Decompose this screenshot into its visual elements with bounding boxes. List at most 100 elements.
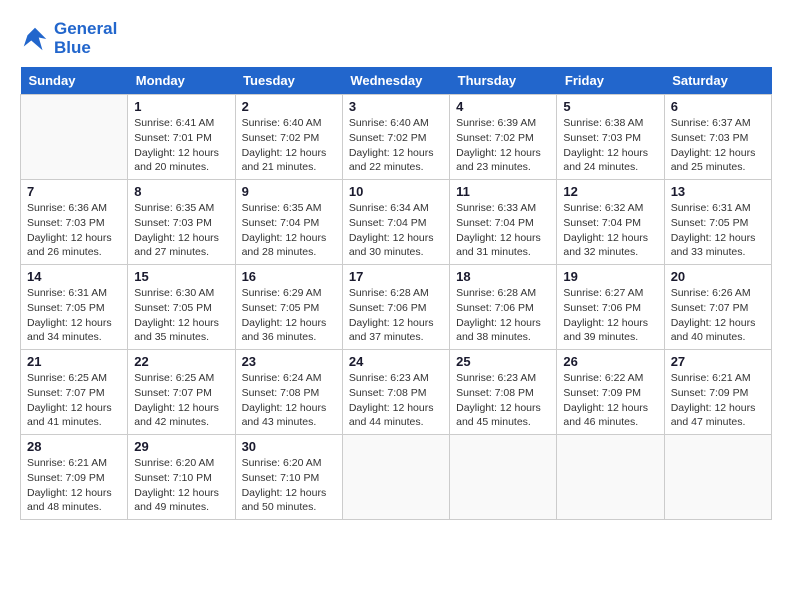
calendar-cell: 12 Sunrise: 6:32 AMSunset: 7:04 PMDayligh… (557, 180, 664, 265)
day-info: Sunrise: 6:25 AMSunset: 7:07 PMDaylight:… (27, 371, 121, 430)
day-info: Sunrise: 6:40 AMSunset: 7:02 PMDaylight:… (349, 116, 443, 175)
logo-text: General Blue (54, 20, 117, 57)
page-header: General Blue (20, 20, 772, 57)
weekday-header-monday: Monday (128, 67, 235, 95)
calendar-week-row: 21Sunrise: 6:25 AMSunset: 7:07 PMDayligh… (21, 350, 772, 435)
calendar-cell (21, 95, 128, 180)
day-number: 25 (456, 354, 550, 369)
calendar-cell: 20 Sunrise: 6:26 AMSunset: 7:07 PMDayligh… (664, 265, 771, 350)
calendar-cell: 23 Sunrise: 6:24 AMSunset: 7:08 PMDayligh… (235, 350, 342, 435)
calendar-cell (557, 435, 664, 520)
calendar-cell (450, 435, 557, 520)
day-number: 10 (349, 184, 443, 199)
day-number: 3 (349, 99, 443, 114)
day-info: Sunrise: 6:36 AMSunset: 7:03 PMDaylight:… (27, 201, 121, 260)
calendar-week-row: 28 Sunrise: 6:21 AMSunset: 7:09 PMDayligh… (21, 435, 772, 520)
calendar-cell: 6Sunrise: 6:37 AMSunset: 7:03 PMDaylight… (664, 95, 771, 180)
calendar-cell: 15 Sunrise: 6:30 AMSunset: 7:05 PMDayligh… (128, 265, 235, 350)
day-number: 19 (563, 269, 657, 284)
day-info: Sunrise: 6:20 AMSunset: 7:10 PMDaylight:… (134, 456, 228, 515)
day-number: 26 (563, 354, 657, 369)
calendar-week-row: 1Sunrise: 6:41 AMSunset: 7:01 PMDaylight… (21, 95, 772, 180)
calendar-cell: 28 Sunrise: 6:21 AMSunset: 7:09 PMDayligh… (21, 435, 128, 520)
calendar-cell: 22Sunrise: 6:25 AMSunset: 7:07 PMDayligh… (128, 350, 235, 435)
day-number: 27 (671, 354, 765, 369)
day-info: Sunrise: 6:23 AMSunset: 7:08 PMDaylight:… (456, 371, 550, 430)
calendar-cell: 17 Sunrise: 6:28 AMSunset: 7:06 PMDayligh… (342, 265, 449, 350)
calendar-cell: 2 Sunrise: 6:40 AMSunset: 7:02 PMDaylight… (235, 95, 342, 180)
day-info: Sunrise: 6:28 AMSunset: 7:06 PMDaylight:… (456, 286, 550, 345)
day-info: Sunrise: 6:35 AMSunset: 7:03 PMDaylight:… (134, 201, 228, 260)
day-info: Sunrise: 6:28 AMSunset: 7:06 PMDaylight:… (349, 286, 443, 345)
day-number: 18 (456, 269, 550, 284)
weekday-header-row: SundayMondayTuesdayWednesdayThursdayFrid… (21, 67, 772, 95)
weekday-header-tuesday: Tuesday (235, 67, 342, 95)
calendar-cell: 5 Sunrise: 6:38 AMSunset: 7:03 PMDaylight… (557, 95, 664, 180)
calendar-week-row: 14Sunrise: 6:31 AMSunset: 7:05 PMDayligh… (21, 265, 772, 350)
day-number: 9 (242, 184, 336, 199)
calendar-cell: 13 Sunrise: 6:31 AMSunset: 7:05 PMDayligh… (664, 180, 771, 265)
day-number: 14 (27, 269, 121, 284)
day-number: 28 (27, 439, 121, 454)
day-number: 20 (671, 269, 765, 284)
day-info: Sunrise: 6:39 AMSunset: 7:02 PMDaylight:… (456, 116, 550, 175)
day-info: Sunrise: 6:32 AMSunset: 7:04 PMDaylight:… (563, 201, 657, 260)
calendar-cell: 9 Sunrise: 6:35 AMSunset: 7:04 PMDaylight… (235, 180, 342, 265)
day-number: 12 (563, 184, 657, 199)
day-info: Sunrise: 6:40 AMSunset: 7:02 PMDaylight:… (242, 116, 336, 175)
day-number: 7 (27, 184, 121, 199)
calendar-week-row: 7 Sunrise: 6:36 AMSunset: 7:03 PMDaylight… (21, 180, 772, 265)
calendar-cell: 1Sunrise: 6:41 AMSunset: 7:01 PMDaylight… (128, 95, 235, 180)
day-info: Sunrise: 6:26 AMSunset: 7:07 PMDaylight:… (671, 286, 765, 345)
calendar-cell: 27 Sunrise: 6:21 AMSunset: 7:09 PMDayligh… (664, 350, 771, 435)
day-number: 2 (242, 99, 336, 114)
day-number: 15 (134, 269, 228, 284)
weekday-header-friday: Friday (557, 67, 664, 95)
calendar-cell: 3 Sunrise: 6:40 AMSunset: 7:02 PMDaylight… (342, 95, 449, 180)
day-number: 16 (242, 269, 336, 284)
weekday-header-saturday: Saturday (664, 67, 771, 95)
calendar-cell: 30 Sunrise: 6:20 AMSunset: 7:10 PMDayligh… (235, 435, 342, 520)
day-number: 30 (242, 439, 336, 454)
day-info: Sunrise: 6:21 AMSunset: 7:09 PMDaylight:… (671, 371, 765, 430)
day-number: 17 (349, 269, 443, 284)
calendar-cell: 29 Sunrise: 6:20 AMSunset: 7:10 PMDayligh… (128, 435, 235, 520)
calendar-cell: 14Sunrise: 6:31 AMSunset: 7:05 PMDayligh… (21, 265, 128, 350)
logo: General Blue (20, 20, 117, 57)
calendar-cell: 24 Sunrise: 6:23 AMSunset: 7:08 PMDayligh… (342, 350, 449, 435)
day-number: 23 (242, 354, 336, 369)
calendar-cell: 7 Sunrise: 6:36 AMSunset: 7:03 PMDaylight… (21, 180, 128, 265)
day-info: Sunrise: 6:22 AMSunset: 7:09 PMDaylight:… (563, 371, 657, 430)
calendar-cell: 18 Sunrise: 6:28 AMSunset: 7:06 PMDayligh… (450, 265, 557, 350)
day-info: Sunrise: 6:33 AMSunset: 7:04 PMDaylight:… (456, 201, 550, 260)
day-number: 29 (134, 439, 228, 454)
day-number: 8 (134, 184, 228, 199)
weekday-header-thursday: Thursday (450, 67, 557, 95)
day-info: Sunrise: 6:20 AMSunset: 7:10 PMDaylight:… (242, 456, 336, 515)
logo-icon (20, 24, 50, 54)
day-info: Sunrise: 6:35 AMSunset: 7:04 PMDaylight:… (242, 201, 336, 260)
calendar-cell: 25 Sunrise: 6:23 AMSunset: 7:08 PMDayligh… (450, 350, 557, 435)
day-info: Sunrise: 6:37 AMSunset: 7:03 PMDaylight:… (671, 116, 765, 175)
day-info: Sunrise: 6:21 AMSunset: 7:09 PMDaylight:… (27, 456, 121, 515)
day-number: 24 (349, 354, 443, 369)
calendar-cell: 8 Sunrise: 6:35 AMSunset: 7:03 PMDaylight… (128, 180, 235, 265)
day-info: Sunrise: 6:31 AMSunset: 7:05 PMDaylight:… (671, 201, 765, 260)
day-number: 5 (563, 99, 657, 114)
calendar-cell: 11Sunrise: 6:33 AMSunset: 7:04 PMDayligh… (450, 180, 557, 265)
calendar-cell: 4 Sunrise: 6:39 AMSunset: 7:02 PMDaylight… (450, 95, 557, 180)
weekday-header-sunday: Sunday (21, 67, 128, 95)
day-number: 4 (456, 99, 550, 114)
day-info: Sunrise: 6:24 AMSunset: 7:08 PMDaylight:… (242, 371, 336, 430)
day-info: Sunrise: 6:38 AMSunset: 7:03 PMDaylight:… (563, 116, 657, 175)
calendar-cell (342, 435, 449, 520)
day-number: 13 (671, 184, 765, 199)
day-info: Sunrise: 6:30 AMSunset: 7:05 PMDaylight:… (134, 286, 228, 345)
day-number: 1 (134, 99, 228, 114)
day-info: Sunrise: 6:23 AMSunset: 7:08 PMDaylight:… (349, 371, 443, 430)
day-info: Sunrise: 6:29 AMSunset: 7:05 PMDaylight:… (242, 286, 336, 345)
day-info: Sunrise: 6:34 AMSunset: 7:04 PMDaylight:… (349, 201, 443, 260)
day-number: 22 (134, 354, 228, 369)
calendar-cell: 10 Sunrise: 6:34 AMSunset: 7:04 PMDayligh… (342, 180, 449, 265)
calendar-table: SundayMondayTuesdayWednesdayThursdayFrid… (20, 67, 772, 520)
